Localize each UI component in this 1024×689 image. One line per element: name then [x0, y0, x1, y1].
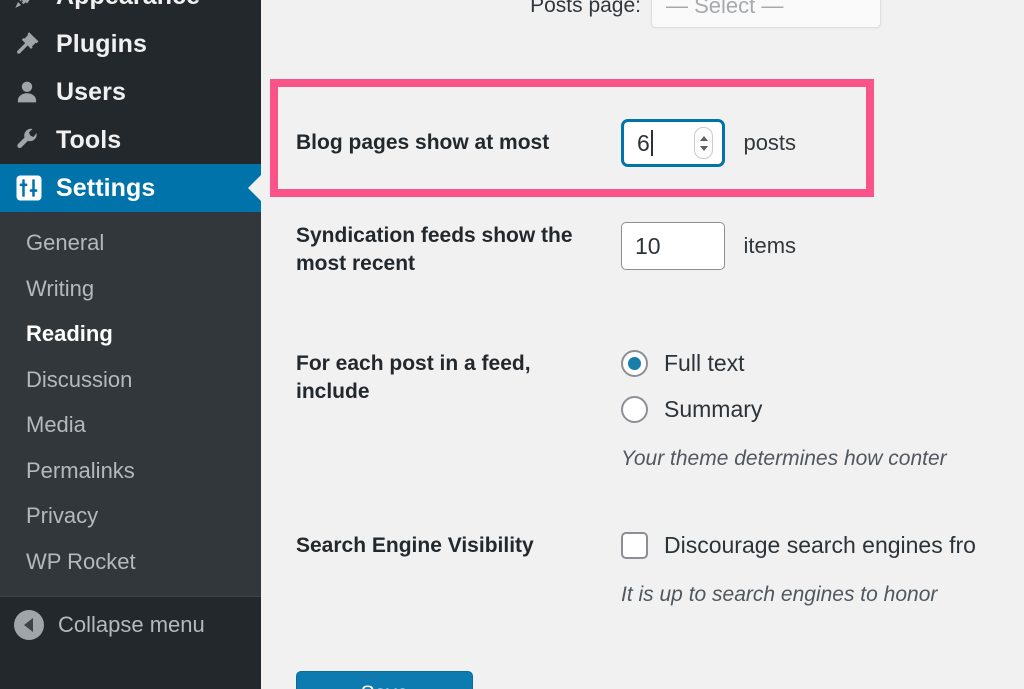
submenu-item-privacy[interactable]: Privacy	[0, 493, 261, 539]
sidebar-top-menu: Appearance Plugins Users Tools	[0, 0, 261, 212]
feed-include-description: Your theme determines how conter	[621, 447, 947, 470]
search-engine-visibility-field: Discourage search engines fro It is up t…	[621, 532, 1024, 607]
paintbrush-icon	[14, 0, 56, 9]
sidebar-item-label: Settings	[56, 173, 156, 202]
blog-pages-unit: posts	[743, 130, 797, 155]
feed-include-row: For each post in a feed, include Full te…	[261, 350, 1024, 471]
radio-label: Summary	[664, 396, 763, 422]
blog-pages-field: 6 posts	[621, 119, 1024, 167]
submenu-item-writing[interactable]: Writing	[0, 266, 261, 312]
syndication-unit: items	[743, 233, 797, 258]
user-icon	[14, 79, 56, 105]
sidebar-item-plugins[interactable]: Plugins	[0, 20, 261, 68]
submenu-item-reading[interactable]: Reading	[0, 311, 261, 357]
radio-label: Full text	[664, 350, 745, 376]
wrench-icon	[14, 127, 56, 153]
radio-icon[interactable]	[621, 396, 648, 423]
collapse-menu-label: Collapse menu	[58, 611, 205, 637]
sidebar-item-settings[interactable]: Settings	[0, 164, 261, 212]
search-engine-visibility-row: Search Engine Visibility Discourage sear…	[261, 532, 1024, 607]
feed-include-field: Full text Summary Your theme determines …	[621, 350, 1024, 471]
checkbox-icon[interactable]	[621, 532, 648, 559]
syndication-field: 10 items	[621, 222, 1024, 270]
search-engine-visibility-label: Search Engine Visibility	[296, 534, 534, 557]
posts-page-row: Posts page: — Select —	[261, 0, 1024, 28]
syndication-label: Syndication feeds show the most recent	[296, 224, 573, 276]
posts-page-select[interactable]: — Select —	[651, 0, 881, 28]
checkbox-label: Discourage search engines fro	[664, 532, 976, 558]
submenu-item-discussion[interactable]: Discussion	[0, 357, 261, 403]
radio-icon-checked[interactable]	[621, 350, 648, 377]
submenu-item-permalinks[interactable]: Permalinks	[0, 448, 261, 494]
feed-include-option-summary[interactable]: Summary	[621, 396, 1024, 423]
feed-include-option-full-text[interactable]: Full text	[621, 350, 1024, 377]
sidebar-item-label: Tools	[56, 125, 122, 154]
syndication-input-value: 10	[635, 232, 661, 259]
wordpress-admin-screen: Appearance Plugins Users Tools	[0, 0, 1024, 689]
admin-sidebar: Appearance Plugins Users Tools	[0, 0, 261, 689]
sliders-icon	[14, 173, 56, 203]
collapse-menu-button[interactable]: Collapse menu	[0, 596, 261, 652]
sidebar-item-label: Appearance	[56, 0, 200, 9]
submenu-item-general[interactable]: General	[0, 220, 261, 266]
sidebar-item-label: Users	[56, 77, 126, 106]
spinner-up-icon[interactable]	[699, 135, 708, 141]
plug-icon	[14, 31, 56, 57]
reading-settings-form: Posts page: — Select — Blog pages show a…	[261, 0, 1024, 689]
spinner-down-icon[interactable]	[699, 145, 708, 151]
posts-page-label: Posts page:	[530, 0, 641, 17]
text-cursor	[650, 130, 653, 156]
settings-submenu: General Writing Reading Discussion Media…	[0, 212, 261, 596]
sidebar-item-appearance[interactable]: Appearance	[0, 0, 261, 20]
number-spinner[interactable]	[694, 127, 713, 159]
syndication-input[interactable]: 10	[621, 222, 725, 270]
caret-left-circle-icon	[14, 609, 44, 640]
blog-pages-input-value: 6	[637, 129, 650, 156]
sidebar-item-users[interactable]: Users	[0, 68, 261, 116]
posts-page-field: — Select —	[641, 0, 1024, 28]
blog-pages-row: Blog pages show at most 6 posts	[261, 119, 1024, 167]
feed-include-label: For each post in a feed, include	[296, 352, 531, 404]
syndication-row: Syndication feeds show the most recent 1…	[261, 222, 1024, 279]
submenu-item-media[interactable]: Media	[0, 402, 261, 448]
save-changes-button[interactable]: Save Changes	[296, 671, 473, 689]
search-engine-description: It is up to search engines to honor	[621, 583, 938, 606]
sidebar-item-label: Plugins	[56, 29, 147, 58]
blog-pages-input[interactable]: 6	[621, 119, 725, 167]
submenu-item-wp-rocket[interactable]: WP Rocket	[0, 539, 261, 585]
blog-pages-label: Blog pages show at most	[296, 130, 550, 154]
sidebar-item-tools[interactable]: Tools	[0, 116, 261, 164]
discourage-search-engines-option[interactable]: Discourage search engines fro	[621, 532, 1024, 559]
